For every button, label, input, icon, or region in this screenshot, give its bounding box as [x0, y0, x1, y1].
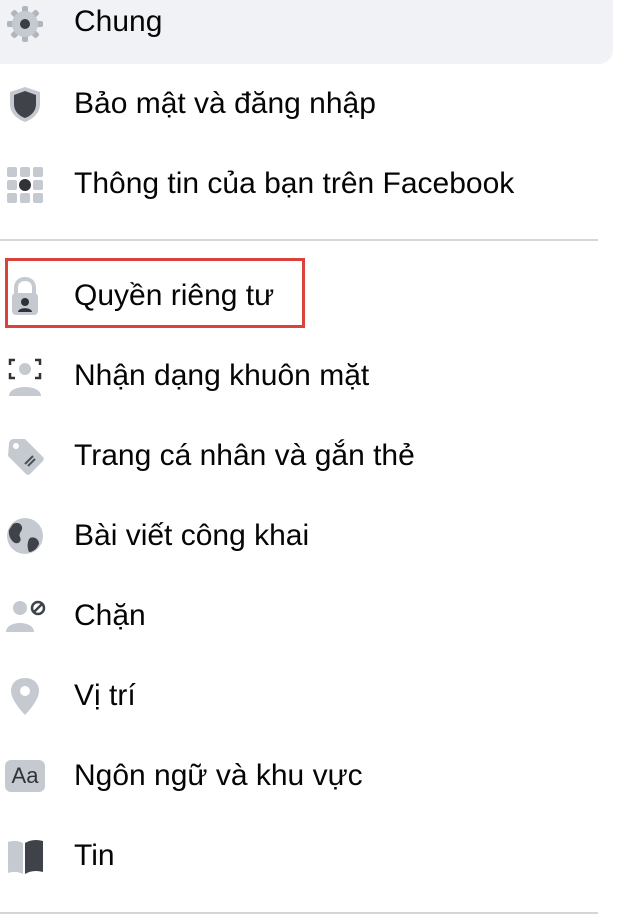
- face-recognition-icon: [3, 354, 47, 398]
- menu-item-security-login[interactable]: Bảo mật và đăng nhập: [0, 64, 621, 144]
- stories-book-icon: [3, 834, 47, 878]
- section-divider: [0, 239, 598, 241]
- annotation-highlight-box: [5, 258, 305, 328]
- menu-item-language-region[interactable]: Aa Ngôn ngữ và khu vực: [0, 736, 621, 816]
- menu-item-general[interactable]: Chung: [0, 0, 621, 62]
- gear-icon: [3, 2, 47, 46]
- tag-icon: [3, 434, 47, 478]
- menu-item-face-recognition[interactable]: Nhận dạng khuôn mặt: [0, 336, 621, 416]
- menu-item-stories[interactable]: Tin: [0, 816, 621, 896]
- globe-icon: [3, 514, 47, 558]
- menu-item-label: Bảo mật và đăng nhập: [74, 87, 376, 120]
- menu-item-label: Tin: [74, 839, 115, 872]
- language-icon-text: Aa: [11, 763, 39, 788]
- menu-item-location[interactable]: Vị trí: [0, 656, 621, 736]
- language-icon: Aa: [3, 754, 47, 798]
- menu-item-label: Nhận dạng khuôn mặt: [74, 359, 370, 392]
- shield-icon: [3, 82, 47, 126]
- block-user-icon: [3, 594, 47, 638]
- menu-item-label: Chung: [74, 5, 163, 38]
- menu-item-label: Chặn: [74, 599, 146, 632]
- menu-item-public-posts[interactable]: Bài viết công khai: [0, 496, 621, 576]
- menu-item-label: Thông tin của bạn trên Facebook: [74, 167, 515, 200]
- menu-item-label: Bài viết công khai: [74, 519, 310, 552]
- grid-icon: [3, 162, 47, 206]
- section-divider: [0, 912, 598, 914]
- location-pin-icon: [3, 674, 47, 718]
- menu-item-your-facebook-info[interactable]: Thông tin của bạn trên Facebook: [0, 144, 621, 224]
- menu-item-profile-tagging[interactable]: Trang cá nhân và gắn thẻ: [0, 416, 621, 496]
- menu-item-label: Ngôn ngữ và khu vực: [74, 759, 363, 792]
- menu-item-blocking[interactable]: Chặn: [0, 576, 621, 656]
- menu-item-label: Vị trí: [74, 679, 136, 712]
- menu-item-label: Trang cá nhân và gắn thẻ: [74, 439, 415, 472]
